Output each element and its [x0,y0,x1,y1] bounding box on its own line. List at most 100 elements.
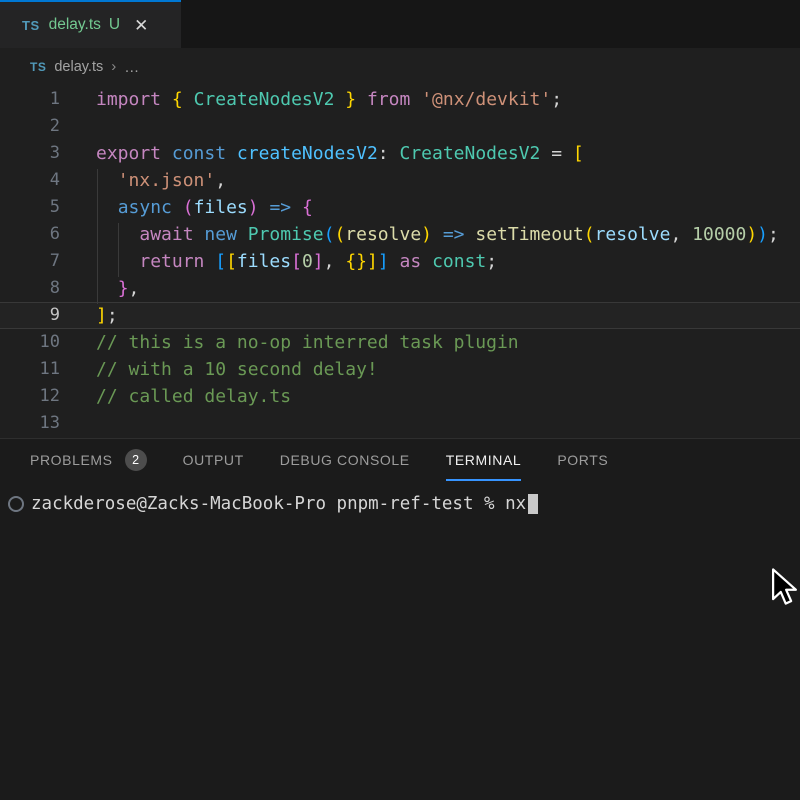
token: import [96,89,161,110]
token [410,89,421,110]
code-editor[interactable]: 1import { CreateNodesV2 } from '@nx/devk… [0,86,800,438]
panel-tab-label: TERMINAL [446,452,522,468]
terminal-prompt: zackderose@Zacks-MacBook-Pro pnpm-ref-te… [31,494,526,514]
token [96,170,118,191]
command-decoration-icon[interactable] [8,496,24,512]
tab-output[interactable]: OUTPUT [183,439,244,481]
token: async [118,197,172,218]
bottom-panel: PROBLEMS 2 OUTPUT DEBUG CONSOLE TERMINAL… [0,438,800,800]
git-status-badge: U [109,16,120,34]
panel-tab-label: DEBUG CONSOLE [280,452,410,468]
token: [ [573,143,584,164]
token: , [215,170,226,191]
token: ( [334,224,345,245]
token: new [204,224,237,245]
code-line[interactable]: 6 await new Promise((resolve) => setTime… [0,221,800,248]
tab-debug-console[interactable]: DEBUG CONSOLE [280,439,410,481]
terminal-prompt-row: zackderose@Zacks-MacBook-Pro pnpm-ref-te… [0,491,800,517]
code-line[interactable]: 12 // called delay.ts [0,383,800,410]
token [96,278,118,299]
breadcrumb-file[interactable]: delay.ts [54,59,103,75]
breadcrumb-symbol-ellipsis[interactable]: … [124,59,140,76]
typescript-file-icon: TS [22,18,40,33]
code-line[interactable]: 9]; [0,302,800,329]
token: => [443,224,465,245]
token: 'nx.json' [118,170,216,191]
code-text: await new Promise((resolve) => setTimeou… [96,221,779,248]
token: ) [421,224,432,245]
token: CreateNodesV2 [194,89,335,110]
code-line[interactable]: 5 async (files) => { [0,194,800,221]
token: ; [768,224,779,245]
tab-terminal[interactable]: TERMINAL [446,439,522,481]
code-lines: 1import { CreateNodesV2 } from '@nx/devk… [0,86,800,437]
code-line[interactable]: 8 }, [0,275,800,302]
tab-delay-ts[interactable]: TS delay.ts U ✕ [0,0,181,48]
code-text: ]; [96,303,118,328]
panel-tab-bar: PROBLEMS 2 OUTPUT DEBUG CONSOLE TERMINAL… [0,439,800,481]
tab-problems[interactable]: PROBLEMS 2 [30,439,147,481]
code-text: }, [96,275,139,302]
terminal-cursor [528,494,538,514]
token [432,224,443,245]
line-number: 9 [0,303,60,328]
tab-ports[interactable]: PORTS [557,439,608,481]
mouse-cursor-icon [768,567,798,609]
code-text: // called delay.ts [96,383,291,410]
token: ] [367,251,378,272]
token [172,197,183,218]
indent-guide [97,169,98,304]
token: ) [757,224,768,245]
code-line[interactable]: 7 return [[files[0], {}]] as const; [0,248,800,275]
line-number: 13 [0,410,60,437]
token: } [345,89,356,110]
line-number: 6 [0,221,60,248]
line-number: 8 [0,275,60,302]
panel-tab-label: PORTS [557,452,608,468]
token [465,224,476,245]
code-line[interactable]: 11 // with a 10 second delay! [0,356,800,383]
token: ( [183,197,194,218]
code-line[interactable]: 2 [0,113,800,140]
token: : [378,143,400,164]
token: ) [248,197,259,218]
token: [ [215,251,226,272]
token [183,89,194,110]
token: Promise [248,224,324,245]
line-number: 5 [0,194,60,221]
line-number: 1 [0,86,60,113]
code-text: async (files) => { [96,194,313,221]
token [334,89,345,110]
code-line[interactable]: 1import { CreateNodesV2 } from '@nx/devk… [0,86,800,113]
close-icon[interactable]: ✕ [134,17,148,34]
code-line[interactable]: 10// this is a no-op interred task plugi… [0,329,800,356]
code-line[interactable]: 3export const createNodesV2: CreateNodes… [0,140,800,167]
token [259,197,270,218]
problems-count-badge: 2 [125,449,147,471]
line-number: 11 [0,356,60,383]
code-text: // with a 10 second delay! [96,356,378,383]
token: , [324,251,346,272]
token: as [400,251,422,272]
token: = [540,143,573,164]
token [421,251,432,272]
token: createNodesV2 [237,143,378,164]
terminal[interactable]: zackderose@Zacks-MacBook-Pro pnpm-ref-te… [0,481,800,517]
line-number: 12 [0,383,60,410]
token: from [367,89,410,110]
token: } [118,278,129,299]
token [204,251,215,272]
line-number: 2 [0,113,60,140]
token [291,197,302,218]
code-line[interactable]: 13 [0,410,800,437]
code-line[interactable]: 4 'nx.json', [0,167,800,194]
token: 0 [302,251,313,272]
token [226,143,237,164]
chevron-right-icon: › [111,58,116,75]
token: setTimeout [475,224,583,245]
tab-filename: delay.ts [49,16,101,34]
token: [ [291,251,302,272]
line-number: 4 [0,167,60,194]
token: ; [551,89,562,110]
indent-guide [118,223,119,277]
